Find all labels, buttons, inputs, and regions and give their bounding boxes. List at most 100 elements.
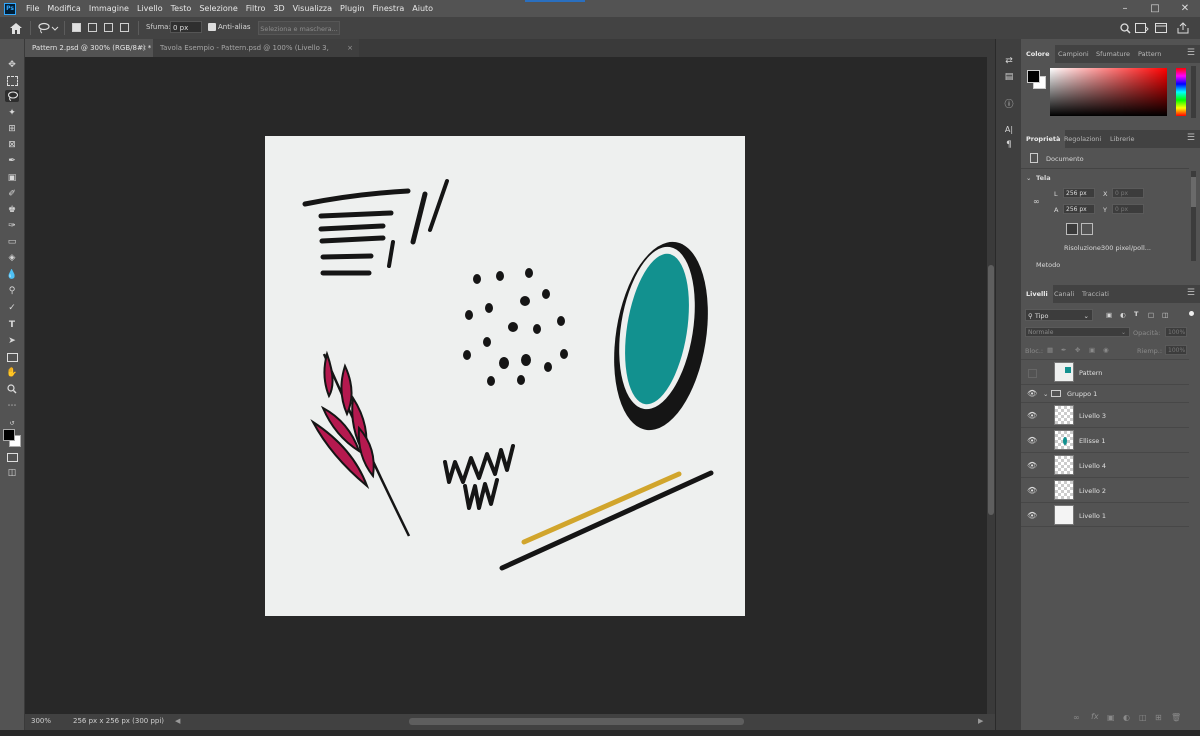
visibility-toggle-off[interactable] (1028, 369, 1037, 378)
horizontal-scroll-thumb[interactable] (409, 718, 744, 725)
magic-wand-tool-icon[interactable]: ✦ (5, 107, 19, 119)
minimize-icon[interactable]: – (1110, 0, 1140, 17)
filter-shape-icon[interactable]: □ (1148, 311, 1154, 319)
tab-colore[interactable]: Colore (1021, 45, 1055, 63)
adjustment-layer-icon[interactable]: ◐ (1123, 713, 1130, 722)
layers-scrollbar[interactable] (1191, 316, 1197, 736)
select-and-mask-button[interactable]: Seleziona e maschera... (258, 21, 340, 35)
panel-menu-icon[interactable]: ☰ (1187, 288, 1195, 298)
blend-mode-select[interactable]: Normale ⌄ (1025, 327, 1130, 337)
paragraph-icon[interactable]: ¶ (1003, 139, 1015, 151)
filter-adjustment-icon[interactable]: ◐ (1120, 311, 1126, 319)
character-icon[interactable]: A| (1003, 123, 1015, 135)
comments-icon[interactable]: ▤ (1003, 71, 1015, 83)
menu-help[interactable]: Aiuto (408, 0, 437, 17)
menu-type[interactable]: Testo (167, 0, 196, 17)
scroll-right-icon[interactable]: ▶ (978, 717, 983, 725)
crop-tool-icon[interactable]: ⊞ (5, 123, 19, 135)
menu-3d[interactable]: 3D (269, 0, 288, 17)
quick-mask-icon[interactable] (5, 451, 19, 463)
canvas-y-input[interactable]: 0 px (1112, 204, 1144, 214)
link-layers-icon[interactable]: ∞ (1073, 713, 1080, 722)
layer-style-icon[interactable]: fx (1091, 712, 1099, 721)
eye-icon[interactable]: 👁 (1027, 486, 1037, 495)
info-icon[interactable]: ⓘ (1003, 97, 1015, 110)
tab-canali[interactable]: Canali (1049, 285, 1079, 303)
layout-icon[interactable] (1154, 21, 1168, 35)
eye-icon[interactable]: 👁 (1027, 389, 1037, 398)
brush-tool-icon[interactable]: ✐ (5, 188, 19, 200)
intersect-selection-icon[interactable] (120, 23, 129, 32)
menu-file[interactable]: File (22, 0, 43, 17)
chevron-down-icon[interactable]: ⌄ (1043, 390, 1048, 398)
new-selection-icon[interactable] (72, 23, 81, 32)
menu-select[interactable]: Selezione (195, 0, 241, 17)
link-icon[interactable]: ∞ (1033, 197, 1040, 206)
foreground-color-swatch[interactable] (3, 429, 15, 441)
close-tab-icon[interactable]: × (141, 39, 147, 57)
lasso-tool-icon[interactable] (5, 90, 19, 102)
panel-menu-icon[interactable]: ☰ (1187, 133, 1195, 143)
foreground-color-swatch[interactable] (1027, 70, 1040, 83)
layer-filter-select[interactable]: ⚲ Tipo ⌄ (1025, 309, 1093, 321)
maximize-icon[interactable]: □ (1140, 0, 1170, 17)
history-brush-tool-icon[interactable]: ✑ (5, 220, 19, 232)
layer-row-livello-2[interactable]: 👁 Livello 2 (1021, 477, 1189, 502)
history-icon[interactable]: ⇄ (1003, 55, 1015, 67)
paint-bucket-tool-icon[interactable]: ◈ (5, 252, 19, 264)
eraser-tool-icon[interactable]: ▭ (5, 236, 19, 248)
landscape-orientation-icon[interactable] (1081, 223, 1093, 235)
properties-scroll-thumb[interactable] (1191, 177, 1196, 207)
share-icon[interactable] (1176, 21, 1190, 35)
marquee-tool-icon[interactable] (5, 75, 19, 87)
hue-slider[interactable] (1176, 68, 1186, 116)
tab-pattern-2[interactable]: Pattern 2.psd @ 300% (RGB/8#) * × (25, 39, 153, 57)
feather-input[interactable]: 0 px (170, 21, 202, 33)
home-icon[interactable] (8, 21, 24, 35)
tab-sfumature[interactable]: Sfumature (1091, 45, 1135, 63)
filter-type-icon[interactable]: T (1134, 310, 1138, 318)
eyedropper-tool-icon[interactable]: ✒ (5, 155, 19, 167)
menu-image[interactable]: Immagine (85, 0, 133, 17)
pen-tool-icon[interactable]: ✓ (5, 302, 19, 314)
menu-view[interactable]: Visualizza (289, 0, 336, 17)
filter-pixel-icon[interactable]: ▣ (1106, 311, 1112, 319)
canvas-x-input[interactable]: 0 px (1112, 188, 1144, 198)
tab-campioni[interactable]: Campioni (1053, 45, 1094, 63)
lock-all-icon[interactable]: ◉ (1103, 346, 1109, 354)
collapse-chevron-icon[interactable]: ⌄ (1026, 174, 1031, 182)
lock-artboard-icon[interactable]: ▣ (1089, 346, 1095, 354)
search-icon[interactable] (1118, 21, 1132, 35)
canvas-width-input[interactable]: 256 px (1063, 188, 1095, 198)
close-icon[interactable]: ✕ (1170, 0, 1200, 17)
blur-tool-icon[interactable]: 💧 (5, 269, 19, 281)
menu-window[interactable]: Finestra (369, 0, 409, 17)
lock-transparent-icon[interactable]: ▦ (1047, 346, 1053, 354)
antialias-checkbox[interactable] (208, 23, 216, 31)
close-tab-icon[interactable]: × (347, 39, 353, 57)
clone-stamp-tool-icon[interactable]: ♚ (5, 204, 19, 216)
new-layer-icon[interactable]: ⊞ (1155, 713, 1162, 722)
eye-icon[interactable]: 👁 (1027, 411, 1037, 420)
workspace-icon[interactable] (1134, 21, 1150, 35)
layer-row-livello-4[interactable]: 👁 Livello 4 (1021, 452, 1189, 477)
tab-tavola-esempio[interactable]: Tavola Esempio - Pattern.psd @ 100% (Liv… (153, 39, 359, 70)
type-tool-icon[interactable]: T (5, 319, 19, 331)
layer-row-ellisse-1[interactable]: 👁 Ellisse 1 (1021, 427, 1189, 452)
layer-row-group-1[interactable]: 👁 ⌄ Gruppo 1 (1021, 384, 1189, 402)
eye-icon[interactable]: 👁 (1027, 511, 1037, 520)
delete-layer-icon[interactable]: 🗑 (1171, 713, 1181, 722)
portrait-orientation-icon[interactable] (1066, 223, 1078, 235)
zoom-level[interactable]: 300% (31, 717, 51, 725)
scroll-left-icon[interactable]: ◀ (175, 717, 180, 725)
menu-layer[interactable]: Livello (133, 0, 167, 17)
layer-row-livello-3[interactable]: 👁 Livello 3 (1021, 402, 1189, 427)
lock-position-icon[interactable]: ✥ (1075, 346, 1080, 354)
rectangle-tool-icon[interactable] (5, 351, 19, 363)
frame-tool-icon[interactable]: ⊠ (5, 139, 19, 151)
menu-plugins[interactable]: Plugin (336, 0, 369, 17)
eye-icon[interactable]: 👁 (1027, 436, 1037, 445)
tab-pattern[interactable]: Pattern (1133, 45, 1166, 63)
spot-healing-tool-icon[interactable]: ▣ (5, 172, 19, 184)
tab-tracciati[interactable]: Tracciati (1077, 285, 1114, 303)
